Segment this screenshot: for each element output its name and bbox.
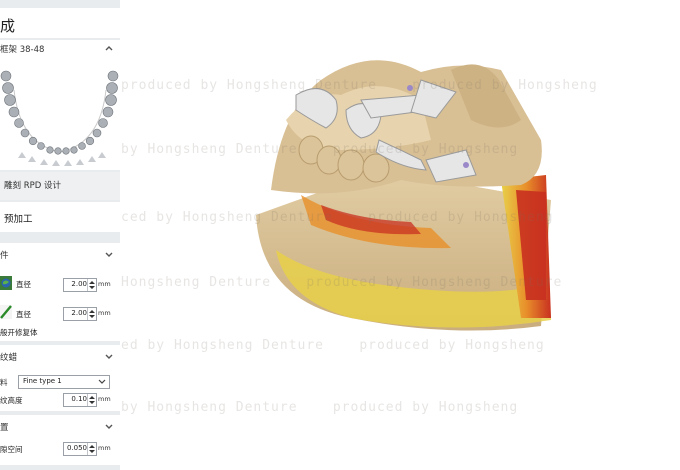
wax-type-value: Fine type 1	[23, 377, 62, 385]
diameter-2-value: 2.00	[71, 309, 87, 317]
gap-space-spinner[interactable]: 0.050	[63, 442, 97, 456]
diameter-1-label: 直径	[16, 280, 31, 289]
wax-height-unit: mm	[98, 395, 111, 403]
watermark-line: ced by Hongsheng Denture produced by Hon…	[121, 210, 554, 225]
gap-space-label: 隙空间	[0, 445, 23, 454]
wax-section: 纹蜡 料 Fine type 1 纹高度 0.10 mm	[0, 345, 120, 411]
framework-label: 框架 38-48	[0, 45, 45, 55]
wax-type-label: 料	[0, 378, 8, 387]
chevron-down-icon[interactable]	[104, 249, 114, 259]
chevron-up-icon[interactable]	[104, 43, 114, 53]
separate-restoration-option[interactable]: 般开修复体	[0, 327, 38, 338]
gap-space-unit: mm	[98, 444, 111, 452]
diameter-2-label: 直径	[16, 310, 31, 319]
watermark-line: ed by Hongsheng Denture produced by Hong…	[121, 338, 545, 353]
preprocess-tab[interactable]: 预加工	[0, 202, 120, 232]
placement-section: 置 隙空间 0.050 mm	[0, 415, 120, 465]
components-section: 件 直径 2.00 mm 直径 2.00 mm 般开修复体	[0, 243, 120, 341]
spin-up-down-icon[interactable]	[87, 443, 96, 455]
gap-space-value: 0.050	[66, 444, 87, 452]
spin-up-down-icon[interactable]	[87, 394, 96, 406]
panel-title-bar: 成	[0, 8, 120, 38]
rpd-design-tab[interactable]: 雕刻 RPD 设计	[0, 172, 120, 200]
diameter-1-unit: mm	[98, 280, 111, 288]
watermark-line: Hongsheng Denture produced by Hongsheng …	[121, 275, 563, 290]
wax-height-spinner[interactable]: 0.10	[63, 393, 97, 407]
rpd-design-label: 雕刻 RPD 设计	[4, 181, 61, 191]
framework-section: 框架 38-48	[0, 40, 120, 170]
preprocess-label: 预加工	[4, 214, 33, 225]
chevron-down-icon[interactable]	[104, 351, 114, 361]
framework-header[interactable]: 框架 38-48	[0, 42, 120, 56]
watermark-line: by Hongsheng Denture produced by Hongshe…	[121, 142, 519, 157]
components-header[interactable]: 件	[0, 248, 120, 262]
wax-height-label: 纹高度	[0, 396, 23, 405]
left-panel: 成 框架 38-48 雕刻 RPD 设计 预加工 件 直径 2.00 mm 直径…	[0, 0, 120, 470]
placement-header[interactable]: 置	[0, 420, 120, 434]
spin-up-down-icon[interactable]	[87, 308, 96, 320]
components-title: 件	[0, 251, 9, 261]
pen-icon[interactable]	[0, 305, 12, 319]
wax-height-value: 0.10	[71, 395, 87, 403]
wax-type-select[interactable]: Fine type 1	[18, 375, 110, 389]
dropdown-arrow-icon[interactable]	[98, 379, 106, 385]
panel-title: 成	[0, 17, 16, 35]
watermark-line: by Hongsheng Denture produced by Hongshe…	[121, 400, 519, 415]
diameter-1-value: 2.00	[71, 280, 87, 288]
watermark-line: produced by Hongsheng Denture produced b…	[121, 78, 598, 93]
wax-header[interactable]: 纹蜡	[0, 350, 120, 364]
diameter-2-unit: mm	[98, 309, 111, 317]
spin-up-down-icon[interactable]	[87, 279, 96, 291]
globe-icon[interactable]	[0, 276, 12, 290]
3d-viewport[interactable]: produced by Hongsheng Denture produced b…	[121, 0, 680, 470]
placement-title: 置	[0, 423, 9, 433]
diameter-2-spinner[interactable]: 2.00	[63, 307, 97, 321]
chevron-down-icon[interactable]	[104, 421, 114, 431]
tooth-chart[interactable]	[0, 62, 120, 168]
wax-title: 纹蜡	[0, 353, 18, 363]
diameter-1-spinner[interactable]: 2.00	[63, 278, 97, 292]
